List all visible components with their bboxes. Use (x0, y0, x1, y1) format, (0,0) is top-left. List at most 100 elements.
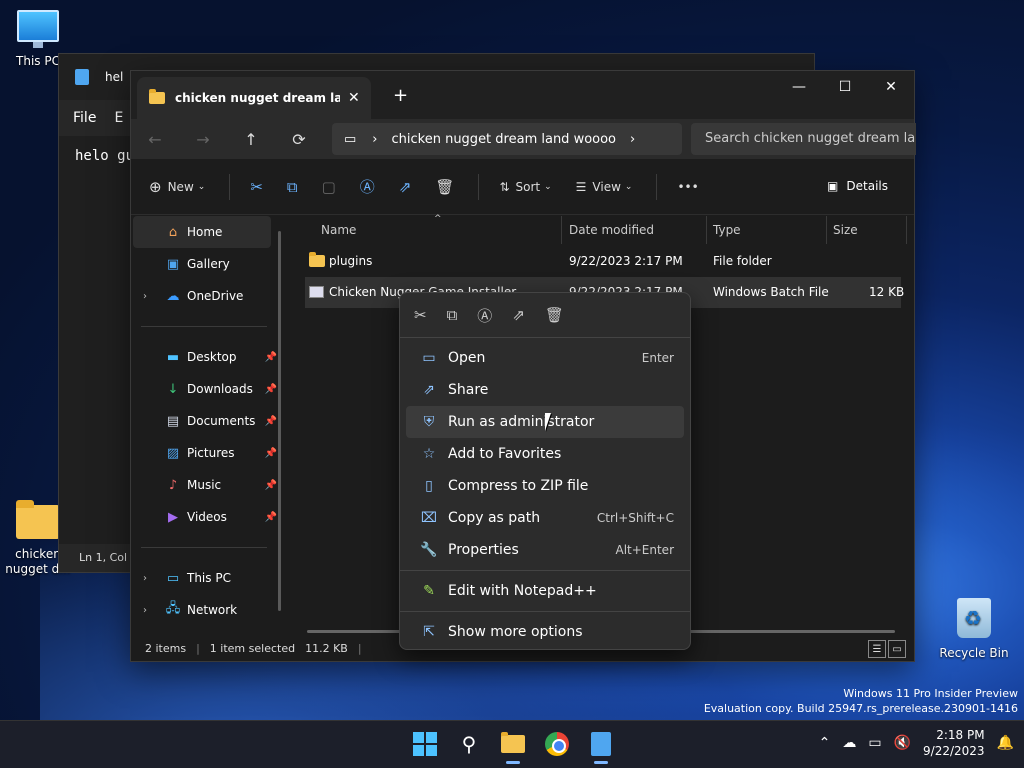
refresh-button[interactable]: ⟳ (275, 130, 323, 149)
sidebar-item-label: Downloads (187, 382, 253, 396)
rename-icon[interactable]: Ⓐ (477, 305, 492, 326)
column-divider[interactable] (906, 216, 907, 244)
folder-icon (309, 252, 325, 267)
more-options-button[interactable]: ••• (677, 180, 698, 194)
pin-icon: 📌 (264, 511, 277, 523)
search-input[interactable]: Search chicken nugget dream lan (691, 123, 916, 155)
column-header-size[interactable]: Size (833, 223, 858, 237)
chevron-right-icon[interactable]: › (143, 605, 147, 616)
menu-item-label: Run as administrator (448, 414, 595, 430)
chevron-right-icon[interactable]: › (143, 573, 147, 584)
file-row[interactable]: plugins 9/22/2023 2:17 PM File folder (289, 246, 915, 277)
sidebar-item-this-pc[interactable]: › ▭ This PC (131, 562, 281, 594)
sidebar-item-network[interactable]: › 🖧 Network (131, 594, 281, 626)
onedrive-icon[interactable]: ☁ (842, 735, 856, 751)
column-header-name[interactable]: Name (321, 223, 356, 237)
sidebar-item-downloads[interactable]: ↓ Downloads 📌 (131, 373, 281, 405)
maximize-button[interactable]: ☐ (822, 71, 868, 103)
sidebar-item-documents[interactable]: ▤ Documents 📌 (131, 405, 281, 437)
menu-item-edit-notepadpp[interactable]: ✎ Edit with Notepad++ (406, 575, 684, 607)
sidebar-item-videos[interactable]: ▶ Videos 📌 (131, 501, 281, 533)
new-button[interactable]: ⊕ New ⌄ (149, 178, 205, 196)
copy-button[interactable]: ⧉ (287, 178, 298, 196)
paste-button[interactable]: ▢ (322, 178, 336, 196)
sort-button[interactable]: ⇅ Sort ⌄ (499, 180, 551, 194)
sidebar-item-gallery[interactable]: ▣ Gallery (131, 248, 281, 280)
file-name: plugins (329, 254, 373, 268)
menu-item-properties[interactable]: 🔧 Properties Alt+Enter (406, 534, 684, 566)
search-icon: ⚲ (461, 732, 477, 756)
menu-file[interactable]: File (73, 110, 96, 126)
share-button[interactable]: ⇗ (399, 178, 412, 196)
scissors-icon[interactable]: ✂ (414, 306, 427, 324)
column-divider[interactable] (706, 216, 707, 244)
tab-close-button[interactable]: ✕ (348, 90, 360, 106)
column-divider[interactable] (826, 216, 827, 244)
menu-item-shortcut: Enter (641, 351, 674, 365)
trash-icon[interactable]: 🗑 (545, 306, 564, 324)
video-icon: ▶ (168, 509, 178, 525)
sidebar-item-label: This PC (187, 571, 231, 585)
menu-item-open[interactable]: ▭ Open Enter (406, 342, 684, 374)
status-divider: | (357, 641, 362, 655)
details-button[interactable]: ▣ Details (827, 179, 888, 193)
up-button[interactable]: ↑ (227, 130, 275, 149)
explorer-tab[interactable]: chicken nugget dream land wo ✕ (137, 77, 371, 119)
cut-button[interactable]: ✂ (250, 178, 263, 196)
sidebar-divider (141, 547, 267, 548)
network-icon[interactable]: ▭ (868, 735, 881, 751)
menu-item-copy-path[interactable]: ⌧ Copy as path Ctrl+Shift+C (406, 502, 684, 534)
search-button[interactable]: ⚲ (454, 729, 484, 759)
rename-button[interactable]: Ⓐ (360, 176, 375, 197)
notepad-tab-title[interactable]: hel (105, 70, 123, 84)
back-button[interactable]: ← (131, 130, 179, 149)
sidebar-item-music[interactable]: ♪ Music 📌 (131, 469, 281, 501)
sidebar-item-onedrive[interactable]: › ☁ OneDrive (131, 280, 281, 312)
delete-button[interactable]: 🗑 (435, 178, 454, 196)
desktop-icon-recycle-bin[interactable]: Recycle Bin (938, 598, 1010, 660)
chevron-right-icon[interactable]: › (143, 291, 147, 302)
address-field[interactable]: ▭ › chicken nugget dream land woooo › (332, 123, 682, 155)
chevron-down-icon: ⌄ (544, 181, 552, 192)
sidebar-scrollbar[interactable] (278, 231, 281, 611)
address-bar-row: ← → ↑ ⟳ ▭ › chicken nugget dream land wo… (131, 119, 916, 159)
folder-icon (16, 500, 60, 539)
chevron-right-icon[interactable]: › (630, 132, 635, 147)
menu-item-share[interactable]: ⇗ Share (406, 374, 684, 406)
copy-icon[interactable]: ⧉ (447, 306, 458, 324)
minimize-button[interactable]: — (776, 71, 822, 103)
chevron-right-icon: › (372, 131, 378, 147)
forward-button[interactable]: → (179, 130, 227, 149)
column-header-date[interactable]: Date modified (569, 223, 654, 237)
notepad-icon (591, 732, 611, 756)
notepad-taskbar-button[interactable] (586, 729, 616, 764)
volume-muted-icon[interactable]: 🔇 (894, 735, 911, 751)
explorer-titlebar[interactable]: chicken nugget dream land wo ✕ + — ☐ ✕ (131, 71, 914, 119)
file-explorer-taskbar-button[interactable] (498, 729, 528, 764)
column-divider[interactable] (561, 216, 562, 244)
column-header-type[interactable]: Type (713, 223, 741, 237)
menu-edit[interactable]: E (114, 110, 123, 126)
tiles-view-icon[interactable]: ▭ (888, 640, 906, 658)
sidebar-item-desktop[interactable]: ▬ Desktop 📌 (131, 341, 281, 373)
menu-item-compress-zip[interactable]: ▯ Compress to ZIP file (406, 470, 684, 502)
new-tab-button[interactable]: + (393, 85, 408, 106)
menu-item-label: Share (448, 382, 489, 398)
details-view-icon[interactable]: ☰ (868, 640, 886, 658)
view-button[interactable]: ☰ View ⌄ (576, 180, 633, 194)
share-icon[interactable]: ⇗ (512, 306, 525, 324)
notification-bell-icon[interactable]: 🔔 (997, 735, 1014, 751)
menu-item-add-favorites[interactable]: ☆ Add to Favorites (406, 438, 684, 470)
chrome-taskbar-button[interactable] (542, 729, 572, 759)
close-button[interactable]: ✕ (868, 71, 914, 103)
context-quick-actions: ✂ ⧉ Ⓐ ⇗ 🗑 (400, 293, 690, 337)
start-button[interactable] (410, 729, 440, 759)
clock[interactable]: 2:18 PM 9/22/2023 (923, 727, 985, 759)
sidebar-item-label: Videos (187, 510, 227, 524)
view-label: View (592, 179, 621, 194)
chevron-up-icon[interactable]: ⌃ (819, 735, 831, 751)
sidebar-item-home[interactable]: ⌂ Home (133, 216, 271, 248)
sidebar-item-pictures[interactable]: ▨ Pictures 📌 (131, 437, 281, 469)
menu-item-show-more[interactable]: ⇱ Show more options (406, 616, 684, 648)
pin-icon: 📌 (264, 383, 277, 395)
